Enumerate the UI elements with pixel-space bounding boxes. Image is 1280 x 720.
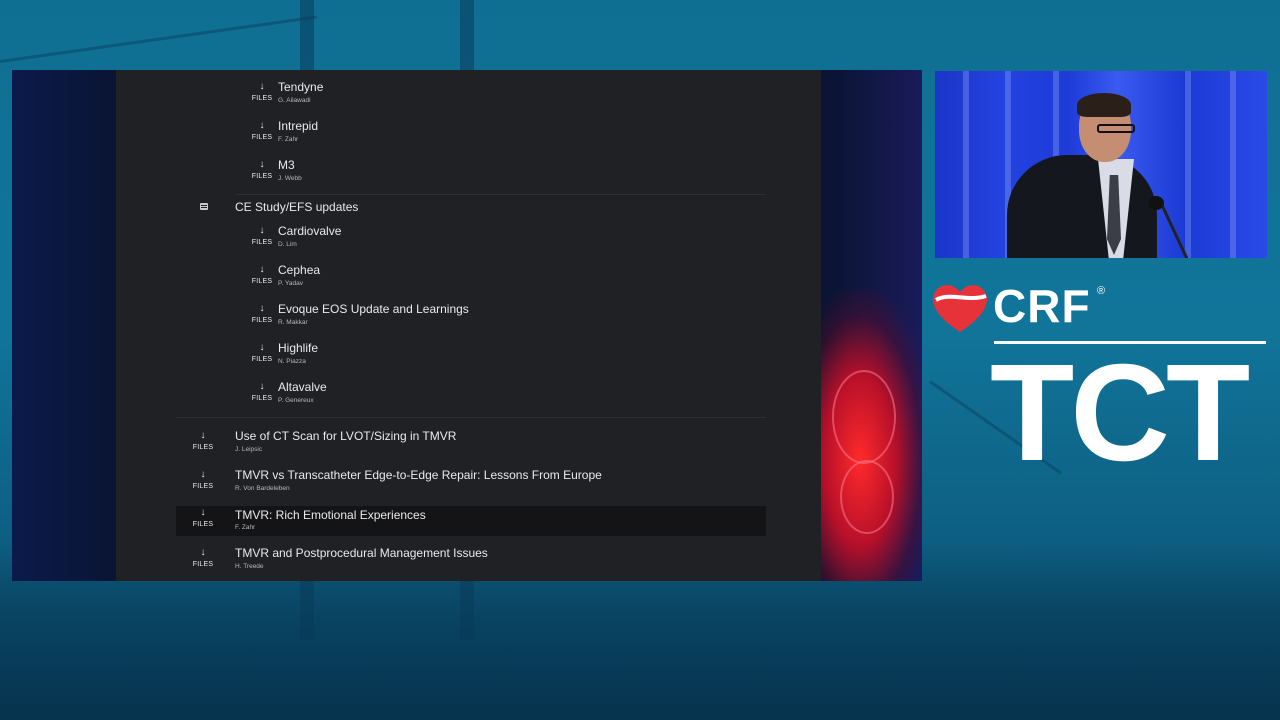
- section-divider: [236, 194, 766, 195]
- talk-title[interactable]: Cardiovalve: [278, 224, 341, 238]
- files-download-button[interactable]: ↓ FILES: [242, 304, 282, 332]
- files-download-button[interactable]: ↓ FILES: [242, 226, 282, 254]
- download-arrow-icon: ↓: [200, 547, 206, 558]
- section-divider: [176, 417, 766, 418]
- files-download-button[interactable]: ↓ FILES: [183, 548, 223, 576]
- talk-title[interactable]: M3: [278, 158, 295, 172]
- speaker-video-feed[interactable]: [935, 71, 1267, 258]
- talk-title[interactable]: Use of CT Scan for LVOT/Sizing in TMVR: [235, 429, 456, 443]
- talk-title[interactable]: TMVR: Rich Emotional Experiences: [235, 508, 426, 522]
- list-item[interactable]: ↓ FILES TMVR vs Transcatheter Edge-to-Ed…: [176, 468, 766, 498]
- download-arrow-icon: ↓: [259, 342, 265, 353]
- files-download-button[interactable]: ↓ FILES: [242, 265, 282, 293]
- talk-author: N. Piazza: [278, 358, 306, 365]
- talk-title[interactable]: Tendyne: [278, 80, 323, 94]
- speaker-suit: [1007, 155, 1157, 258]
- list-item[interactable]: ↓ FILES Intrepid F. Zahr: [176, 119, 766, 149]
- list-item[interactable]: ↓ FILES TMVR and Postprocedural Manageme…: [176, 546, 766, 576]
- curtain-fold: [1230, 71, 1236, 258]
- download-arrow-icon: ↓: [259, 120, 265, 131]
- talk-author: J. Webb: [278, 175, 302, 182]
- heart-vein: [832, 370, 896, 464]
- talk-author: R. Von Bardeleben: [235, 485, 290, 492]
- presentation-slide: ↓ FILES Tendyne G. Ailawadi ↓ FILES Intr…: [12, 70, 922, 581]
- talk-title[interactable]: Highlife: [278, 341, 318, 355]
- tct-wordmark: TCT: [990, 336, 1250, 490]
- download-arrow-icon: ↓: [259, 264, 265, 275]
- talk-author: F. Zahr: [235, 524, 256, 531]
- files-download-button[interactable]: ↓ FILES: [183, 431, 223, 459]
- talk-author: H. Treede: [235, 563, 264, 570]
- curtain-fold: [963, 71, 969, 258]
- bridge-cable: [0, 15, 318, 63]
- session-agenda-panel[interactable]: ↓ FILES Tendyne G. Ailawadi ↓ FILES Intr…: [116, 70, 821, 581]
- list-item[interactable]: ↓ FILES Cardiovalve D. Lim: [176, 224, 766, 254]
- talk-author: P. Genereux: [278, 397, 314, 404]
- list-item[interactable]: ↓ FILES Tendyne G. Ailawadi: [176, 80, 766, 110]
- list-item[interactable]: ↓ FILES Highlife N. Piazza: [176, 341, 766, 371]
- speaker-hair: [1077, 93, 1131, 117]
- download-arrow-icon: ↓: [259, 303, 265, 314]
- talk-author: G. Ailawadi: [278, 97, 311, 104]
- files-download-button[interactable]: ↓ FILES: [183, 508, 223, 536]
- list-item[interactable]: ↓ FILES Altavalve P. Genereux: [176, 380, 766, 410]
- crf-wordmark: CRF: [993, 280, 1091, 332]
- registered-mark: ®: [1097, 285, 1106, 297]
- curtain-fold: [1185, 71, 1191, 258]
- heart-vein: [840, 460, 894, 534]
- list-item[interactable]: ↓ FILES Evoque EOS Update and Learnings …: [176, 302, 766, 332]
- microphone-stand: [1160, 203, 1189, 258]
- download-arrow-icon: ↓: [259, 381, 265, 392]
- files-download-button[interactable]: ↓ FILES: [242, 343, 282, 371]
- list-icon: [200, 203, 208, 210]
- files-download-button[interactable]: ↓ FILES: [183, 470, 223, 498]
- talk-title[interactable]: Evoque EOS Update and Learnings: [278, 302, 469, 316]
- list-item[interactable]: ↓ FILES M3 J. Webb: [176, 158, 766, 188]
- files-download-button[interactable]: ↓ FILES: [242, 160, 282, 188]
- download-arrow-icon: ↓: [200, 430, 206, 441]
- talk-title[interactable]: TMVR vs Transcatheter Edge-to-Edge Repai…: [235, 468, 602, 482]
- download-arrow-icon: ↓: [259, 81, 265, 92]
- speaker-glasses: [1097, 124, 1135, 133]
- section-header[interactable]: CE Study/EFS updates: [176, 199, 766, 219]
- talk-author: F. Zahr: [278, 136, 299, 143]
- list-item-current[interactable]: ↓ FILES TMVR: Rich Emotional Experiences…: [176, 506, 766, 536]
- talk-title[interactable]: TMVR and Postprocedural Management Issue…: [235, 546, 488, 560]
- download-arrow-icon: ↓: [200, 507, 206, 518]
- talk-title[interactable]: Intrepid: [278, 119, 318, 133]
- talk-author: R. Makkar: [278, 319, 308, 326]
- microphone-icon: [1148, 196, 1164, 210]
- section-title: CE Study/EFS updates: [235, 200, 359, 214]
- list-item[interactable]: ↓ FILES Use of CT Scan for LVOT/Sizing i…: [176, 429, 766, 459]
- files-download-button[interactable]: ↓ FILES: [242, 82, 282, 110]
- download-arrow-icon: ↓: [259, 159, 265, 170]
- talk-author: D. Lim: [278, 241, 297, 248]
- talk-author: J. Leipsic: [235, 446, 263, 453]
- download-arrow-icon: ↓: [259, 225, 265, 236]
- talk-author: P. Yadav: [278, 280, 303, 287]
- list-item[interactable]: ↓ FILES Cephea P. Yadav: [176, 263, 766, 293]
- talk-title[interactable]: Cephea: [278, 263, 320, 277]
- download-arrow-icon: ↓: [200, 469, 206, 480]
- talk-title[interactable]: Altavalve: [278, 380, 327, 394]
- files-download-button[interactable]: ↓ FILES: [242, 121, 282, 149]
- files-download-button[interactable]: ↓ FILES: [242, 382, 282, 410]
